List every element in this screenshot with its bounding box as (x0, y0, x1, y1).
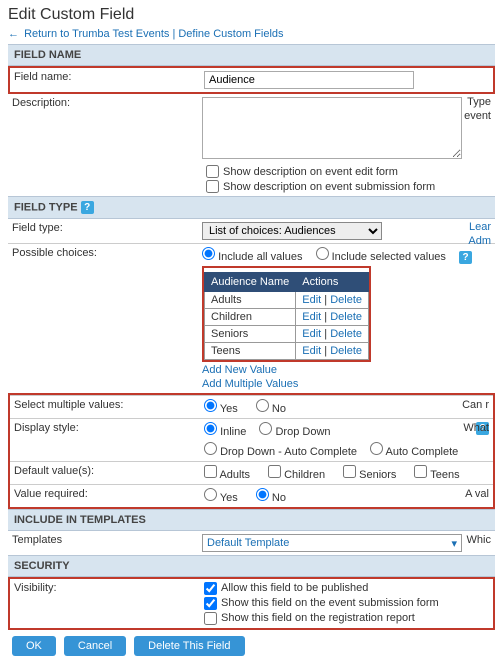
help-icon[interactable]: ? (459, 251, 472, 264)
cb-show-desc-edit-label: Show description on event edit form (223, 166, 398, 178)
hint-type: Type (467, 96, 491, 108)
hint-aval: A val (465, 488, 489, 500)
label-display-style: Display style: (14, 422, 204, 434)
radio-ds-dropdown-auto[interactable] (204, 442, 217, 455)
edit-link[interactable]: Edit (302, 345, 321, 357)
col-audience-name: Audience Name (205, 272, 296, 291)
cb-default-seniors[interactable] (343, 465, 356, 478)
label-default-values: Default value(s): (14, 465, 204, 477)
radio-vr-no[interactable] (256, 488, 269, 501)
delete-link[interactable]: Delete (330, 328, 362, 340)
label-field-type: Field type: (12, 222, 202, 234)
hint-what: What (463, 422, 489, 434)
cb-show-desc-edit[interactable] (206, 165, 219, 178)
radio-vr-yes[interactable] (204, 488, 217, 501)
table-row: Adults Edit | Delete (205, 291, 369, 308)
ok-button[interactable]: OK (12, 636, 56, 656)
section-include-templates: INCLUDE IN TEMPLATES (8, 509, 495, 531)
hint-which: Whic (467, 534, 491, 546)
cb-show-desc-submission[interactable] (206, 180, 219, 193)
nav-define-link[interactable]: Define Custom Fields (178, 28, 283, 40)
radio-include-selected[interactable] (316, 247, 329, 260)
description-textarea[interactable] (202, 97, 462, 159)
edit-link[interactable]: Edit (302, 328, 321, 340)
section-field-type: FIELD TYPE ? (8, 196, 495, 219)
label-visibility: Visibility: (14, 582, 204, 594)
hint-event: event (464, 110, 491, 122)
radio-sm-no[interactable] (256, 399, 269, 412)
field-type-select[interactable]: List of choices: Audiences (202, 222, 382, 240)
cb-show-registration[interactable] (204, 612, 217, 625)
add-multiple-values-link[interactable]: Add Multiple Values (202, 378, 298, 390)
radio-ds-dropdown[interactable] (259, 422, 272, 435)
delete-field-button[interactable]: Delete This Field (134, 636, 244, 656)
breadcrumb: ← Return to Trumba Test Events | Define … (8, 28, 495, 40)
cb-show-submission[interactable] (204, 597, 217, 610)
cb-default-teens[interactable] (414, 465, 427, 478)
cb-show-desc-submission-label: Show description on event submission for… (223, 181, 435, 193)
section-field-name: FIELD NAME (8, 44, 495, 66)
radio-ds-inline[interactable] (204, 422, 217, 435)
label-description: Description: (12, 97, 202, 109)
radio-sm-yes[interactable] (204, 399, 217, 412)
help-icon[interactable]: ? (81, 201, 94, 214)
admin-link[interactable]: Adm (468, 235, 491, 247)
label-field-name: Field name: (14, 71, 204, 83)
col-actions: Actions (296, 272, 369, 291)
label-select-multiple: Select multiple values: (14, 399, 204, 411)
radio-ds-auto[interactable] (370, 442, 383, 455)
table-row: Children Edit | Delete (205, 308, 369, 325)
page-title: Edit Custom Field (8, 6, 495, 24)
delete-link[interactable]: Delete (330, 345, 362, 357)
field-name-input[interactable] (204, 71, 414, 89)
table-row: Seniors Edit | Delete (205, 325, 369, 342)
edit-link[interactable]: Edit (302, 294, 321, 306)
delete-link[interactable]: Delete (330, 311, 362, 323)
delete-link[interactable]: Delete (330, 294, 362, 306)
label-value-required: Value required: (14, 488, 204, 500)
section-security: SECURITY (8, 555, 495, 577)
cancel-button[interactable]: Cancel (64, 636, 126, 656)
label-possible-choices: Possible choices: (12, 247, 202, 259)
hint-canr: Can r (462, 399, 489, 411)
label-templates: Templates (12, 534, 202, 546)
nav-return-link[interactable]: Return to Trumba Test Events (24, 28, 169, 40)
learn-link[interactable]: Lear (469, 221, 491, 233)
cb-default-children[interactable] (268, 465, 281, 478)
choices-table: Audience Name Actions Adults Edit | Dele… (204, 272, 369, 360)
cb-allow-publish[interactable] (204, 582, 217, 595)
edit-link[interactable]: Edit (302, 311, 321, 323)
add-new-value-link[interactable]: Add New Value (202, 364, 277, 376)
templates-select[interactable]: Default Template (202, 534, 462, 552)
cb-default-adults[interactable] (204, 465, 217, 478)
back-arrow-icon: ← (8, 28, 19, 40)
radio-include-all[interactable] (202, 247, 215, 260)
table-row: Teens Edit | Delete (205, 342, 369, 359)
